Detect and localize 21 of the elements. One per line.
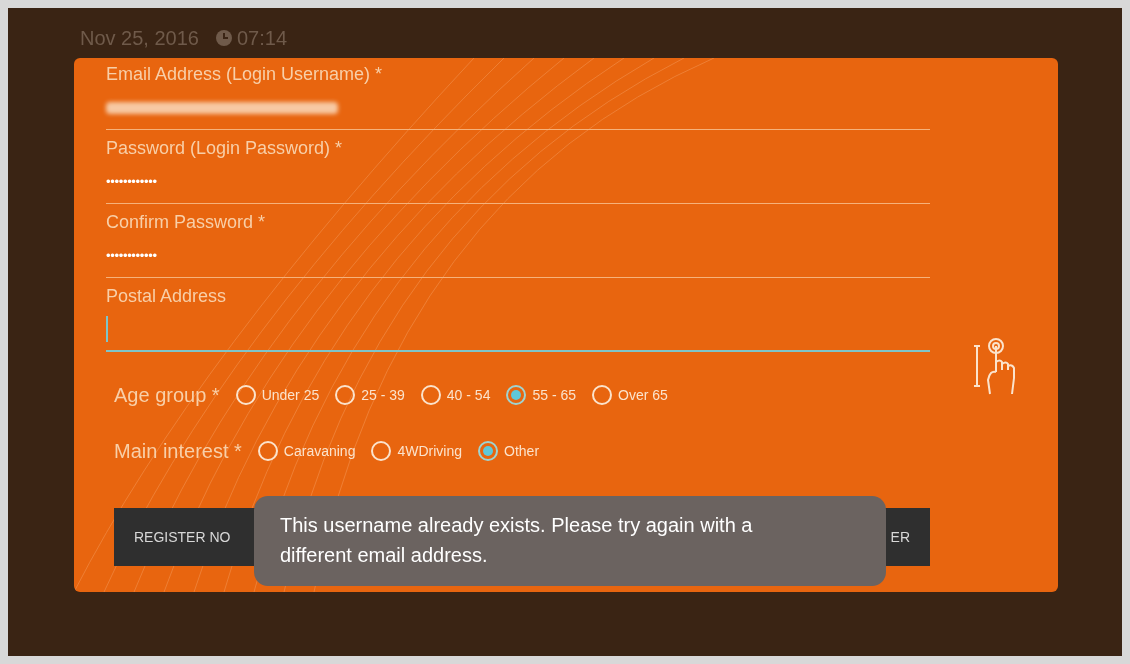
password-dots: ••••••••••••: [106, 246, 157, 265]
input-field[interactable]: ••••••••••••: [106, 234, 930, 278]
field-label: Password (Login Password) *: [106, 137, 344, 160]
radio-option[interactable]: Caravaning: [257, 440, 356, 462]
field-label: Postal Address: [106, 285, 228, 308]
password-dots: ••••••••••••: [106, 172, 157, 191]
radio-option[interactable]: Other: [478, 440, 540, 462]
radio-option[interactable]: Over 65: [592, 384, 668, 406]
radio-option[interactable]: 4WDriving: [371, 440, 463, 462]
group-label: Age group *: [114, 383, 220, 408]
field-label: Confirm Password *: [106, 211, 267, 234]
error-toast: This username already exists. Please try again with a different email address.: [254, 496, 886, 586]
radio-option[interactable]: 40 - 54: [420, 384, 491, 406]
input-field[interactable]: ••••••••••••: [106, 160, 930, 204]
radio-option[interactable]: 55 - 65: [506, 384, 576, 406]
clock-icon: [215, 29, 233, 47]
group-label: Main interest *: [114, 439, 242, 464]
radio-option[interactable]: Under 25: [235, 384, 320, 406]
text-cursor: [106, 316, 108, 342]
field-label: Email Address (Login Username) *: [106, 63, 384, 86]
radio-option[interactable]: 25 - 39: [335, 384, 405, 406]
